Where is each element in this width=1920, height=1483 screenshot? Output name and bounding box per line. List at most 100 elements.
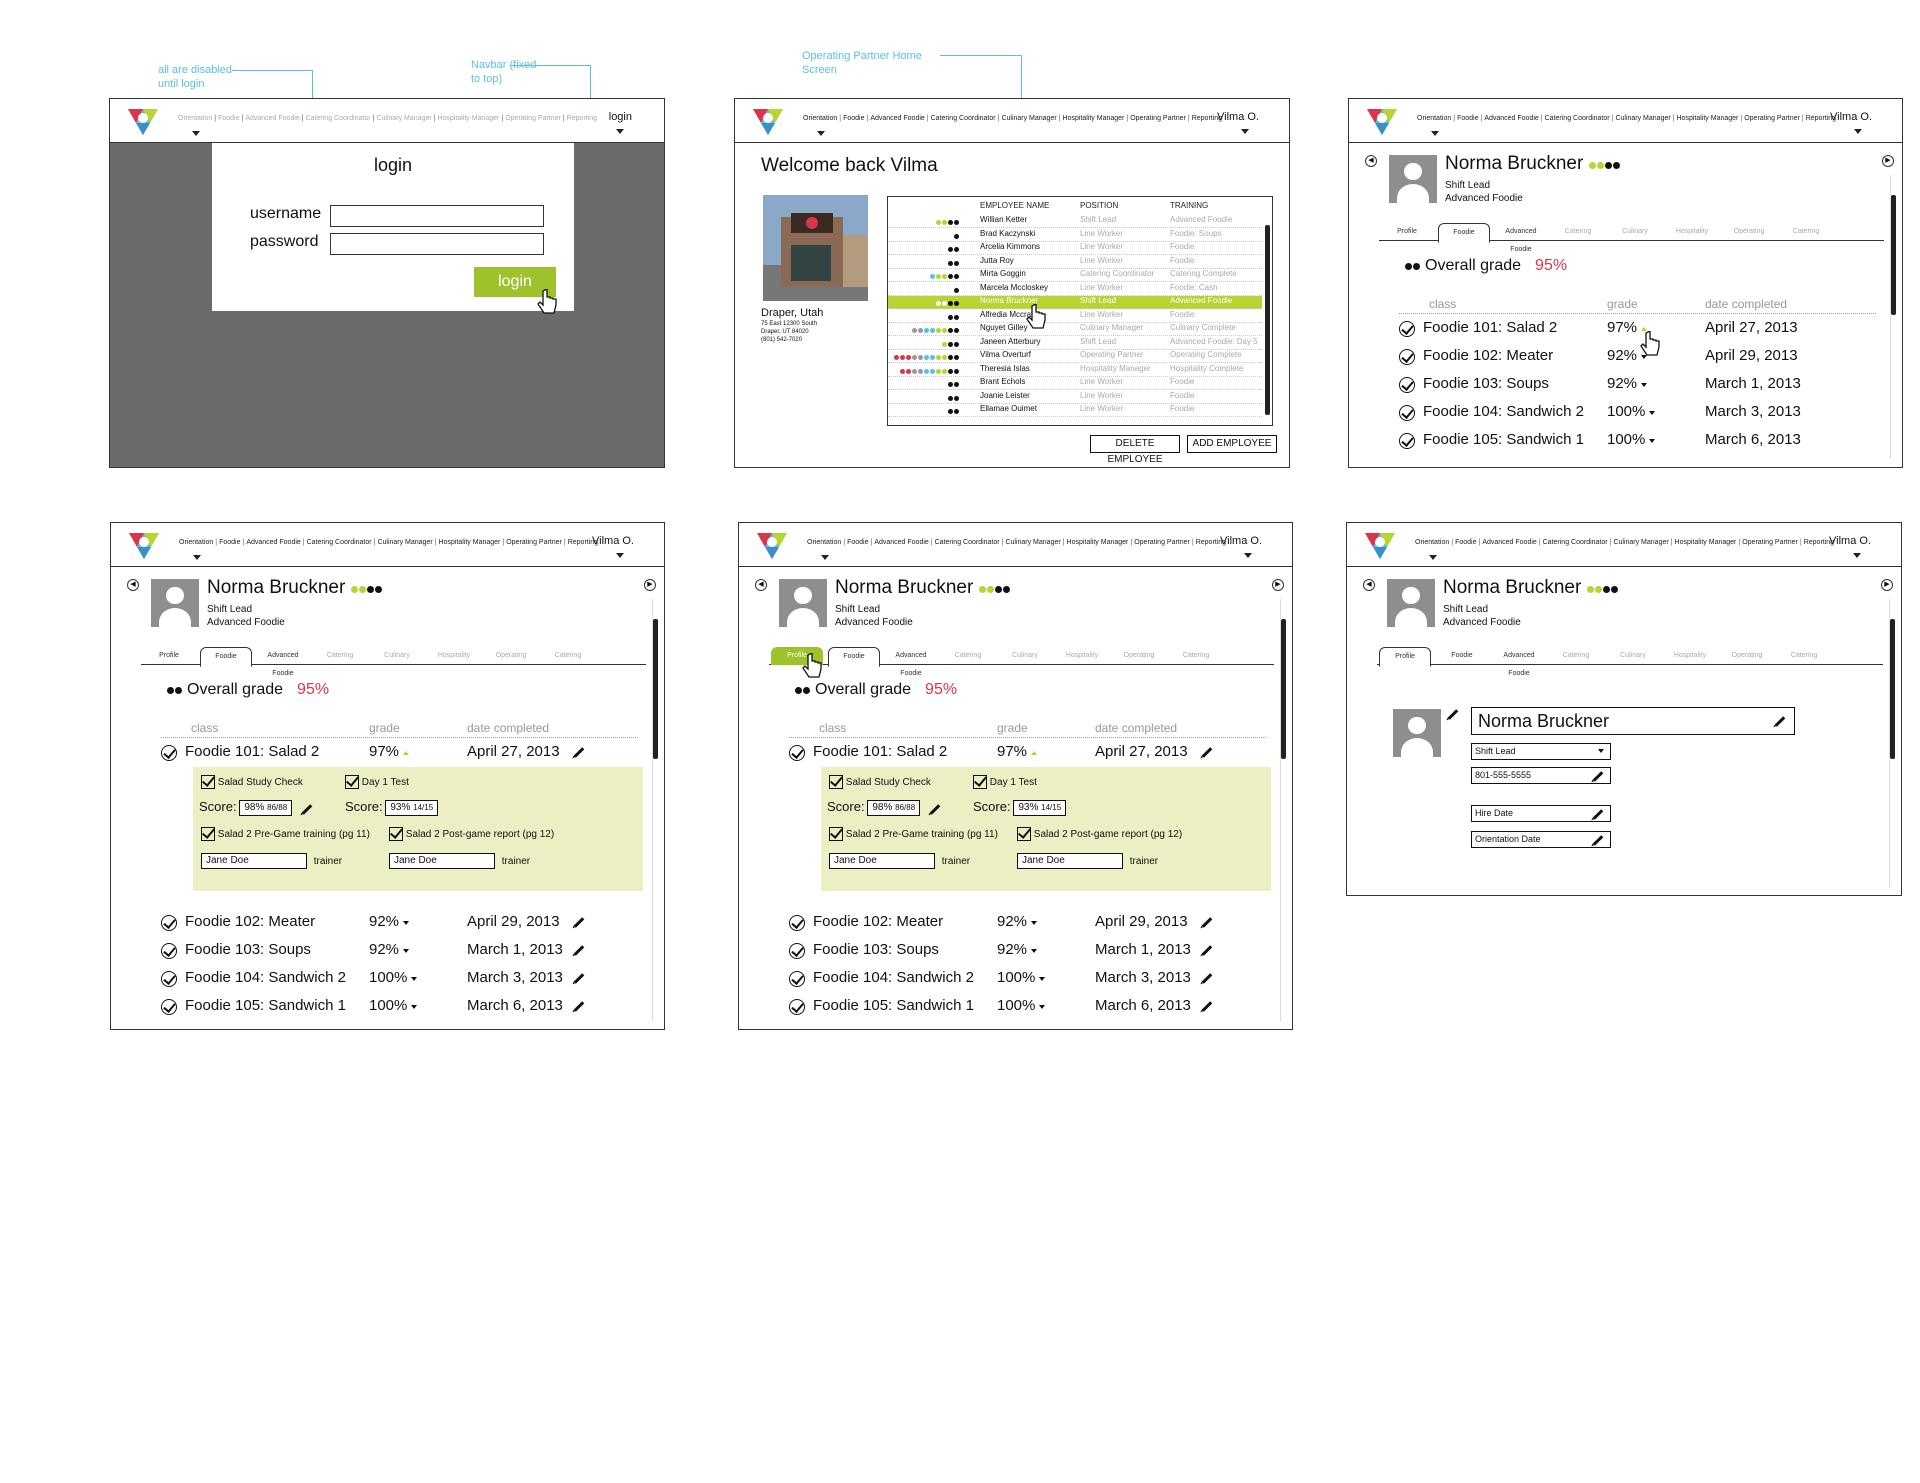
prev-employee-icon[interactable]: ◀ xyxy=(1363,579,1375,591)
edit-icon[interactable] xyxy=(1201,917,1213,928)
class-row[interactable]: Foodie 102: Meater 92% April 29, 2013 xyxy=(1399,347,1876,369)
nav-link[interactable]: Culinary Manager xyxy=(375,539,434,546)
tab-foodie[interactable]: Foodie xyxy=(200,647,252,667)
nav-link[interactable]: Hospitality Manager xyxy=(437,539,503,546)
tab-catering[interactable]: Catering xyxy=(1778,647,1830,665)
tab-catering[interactable]: Catering xyxy=(1170,647,1222,665)
edit-icon[interactable] xyxy=(929,804,941,815)
nav-link[interactable]: Catering Coordinator xyxy=(1543,115,1612,122)
tab-advanced-foodie[interactable]: Advanced Foodie xyxy=(885,647,937,677)
tab-advanced-foodie[interactable]: Advanced Foodie xyxy=(1493,647,1545,677)
employee-row[interactable]: Janeen Atterbury Shift Lead Advanced Foodi… xyxy=(888,337,1262,350)
class-row[interactable]: Foodie 104: Sandwich 2 100% March 3, 2013 xyxy=(1399,403,1876,425)
scrollbar-thumb[interactable] xyxy=(1891,195,1896,315)
employee-row[interactable]: Arcelia Kimmons Line Worker Foodie xyxy=(888,242,1262,255)
prev-employee-icon[interactable]: ◀ xyxy=(1365,155,1377,167)
chevron-down-icon[interactable] xyxy=(1031,949,1037,953)
scrollbar[interactable] xyxy=(1265,215,1271,425)
chevron-down-icon[interactable] xyxy=(616,553,624,558)
nav-link[interactable]: Culinary Manager xyxy=(374,115,433,122)
scrollbar-thumb[interactable] xyxy=(1281,619,1286,759)
tab-catering[interactable]: Catering xyxy=(1552,223,1604,241)
nav-links[interactable]: Orientation | Foodie | Advanced Foodie | Cater… xyxy=(801,115,1224,122)
checkbox[interactable] xyxy=(829,775,843,789)
tab-hospitality[interactable]: Hospitality xyxy=(1666,223,1718,241)
prev-employee-icon[interactable]: ◀ xyxy=(755,579,767,591)
edit-icon[interactable] xyxy=(573,1001,585,1012)
tab-hospitality[interactable]: Hospitality xyxy=(1056,647,1108,665)
nav-link[interactable]: Advanced Foodie xyxy=(872,539,930,546)
avatar[interactable] xyxy=(1393,709,1441,757)
class-row[interactable]: Foodie 104: Sandwich 2 100% March 3, 2013 xyxy=(789,969,1266,991)
nav-link[interactable]: Hospitality Manager xyxy=(1673,539,1739,546)
class-row[interactable]: Foodie 105: Sandwich 1 100% March 6, 2013 xyxy=(161,997,638,1019)
user-menu[interactable]: Vilma O. xyxy=(1220,535,1262,547)
nav-link[interactable]: Orientation xyxy=(1415,115,1453,122)
nav-link[interactable]: Orientation xyxy=(1413,539,1451,546)
tab-operating[interactable]: Operating xyxy=(1723,223,1775,241)
prev-employee-icon[interactable]: ◀ xyxy=(127,579,139,591)
nav-link[interactable]: Advanced Foodie xyxy=(1480,539,1538,546)
nav-link[interactable]: Culinary Manager xyxy=(1611,539,1670,546)
nav-link[interactable]: Catering Coordinator xyxy=(304,115,373,122)
add-employee-button[interactable]: ADD EMPLOYEE xyxy=(1187,435,1277,453)
day1-test[interactable]: Day 1 Test xyxy=(973,775,1037,789)
tab-culinary[interactable]: Culinary xyxy=(1609,223,1661,241)
tab-culinary[interactable]: Culinary xyxy=(999,647,1051,665)
nav-link[interactable]: Foodie xyxy=(216,115,241,122)
employee-row[interactable]: Vilma Overturf Operating Partner Operating… xyxy=(888,350,1262,363)
chevron-down-icon[interactable] xyxy=(1649,439,1655,443)
user-menu[interactable]: Vilma O. xyxy=(1830,111,1872,123)
position-field[interactable]: Shift Lead xyxy=(1471,743,1611,760)
trainer-input[interactable]: Jane Doe xyxy=(1017,853,1123,869)
scrollbar[interactable] xyxy=(1890,175,1896,459)
delete-employee-button[interactable]: DELETE EMPLOYEE xyxy=(1090,435,1180,465)
nav-link[interactable]: Catering Coordinator xyxy=(305,539,374,546)
score-input[interactable]: 93% 14/15 xyxy=(385,800,439,817)
nav-link[interactable]: Operating Partner xyxy=(1740,539,1800,546)
login-link[interactable]: login xyxy=(609,111,632,123)
trainer-input[interactable]: Jane Doe xyxy=(389,853,495,869)
edit-icon[interactable] xyxy=(301,804,313,815)
chevron-down-icon[interactable] xyxy=(1244,553,1252,558)
employee-row[interactable]: Marcela Mccloskey Line Worker Foodie: Cash xyxy=(888,283,1262,296)
chevron-down-icon[interactable] xyxy=(1853,553,1861,558)
nav-link[interactable]: Orientation xyxy=(176,115,214,122)
edit-icon[interactable] xyxy=(573,917,585,928)
user-menu[interactable]: Vilma O. xyxy=(1829,535,1871,547)
scrollbar[interactable] xyxy=(652,599,658,1021)
next-employee-icon[interactable]: ▶ xyxy=(1882,155,1894,167)
tab-foodie[interactable]: Foodie xyxy=(828,647,880,667)
employee-row[interactable]: Willian Ketter Shift Lead Advanced Foodie xyxy=(888,215,1262,228)
tab-advanced-foodie[interactable]: Advanced Foodie xyxy=(257,647,309,677)
employee-row[interactable]: Nguyet Gilley Culinary Manager Culinary Co… xyxy=(888,323,1262,336)
tab-operating[interactable]: Operating xyxy=(1113,647,1165,665)
nav-link[interactable]: Operating Partner xyxy=(1742,115,1802,122)
next-employee-icon[interactable]: ▶ xyxy=(1272,579,1284,591)
scrollbar-thumb[interactable] xyxy=(1890,619,1895,759)
nav-link[interactable]: Hospitality Manager xyxy=(1065,539,1131,546)
employee-row[interactable]: Alfredia Mccray Line Worker Foodie xyxy=(888,310,1262,323)
phone-field[interactable]: 801-555-5555 xyxy=(1471,767,1611,784)
checkbox[interactable] xyxy=(201,775,215,789)
postgame-check[interactable]: Salad 2 Post-game report (pg 12) xyxy=(1017,827,1182,841)
day1-test[interactable]: Day 1 Test xyxy=(345,775,409,789)
user-menu[interactable]: Vilma O. xyxy=(592,535,634,547)
chevron-down-icon[interactable] xyxy=(1039,977,1045,981)
edit-icon[interactable] xyxy=(1201,973,1213,984)
nav-link[interactable]: Orientation xyxy=(805,539,843,546)
checkbox[interactable] xyxy=(389,827,403,841)
password-field[interactable] xyxy=(330,233,544,255)
chevron-down-icon[interactable] xyxy=(1039,1005,1045,1009)
nav-link[interactable]: Operating Partner xyxy=(1132,539,1192,546)
edit-icon[interactable] xyxy=(1201,1001,1213,1012)
class-row[interactable]: Foodie 103: Soups 92% March 1, 2013 xyxy=(1399,375,1876,397)
employee-row[interactable]: Jutta Roy Line Worker Foodie xyxy=(888,256,1262,269)
chevron-up-icon[interactable] xyxy=(1031,751,1037,755)
next-employee-icon[interactable]: ▶ xyxy=(1881,579,1893,591)
nav-link[interactable]: Culinary Manager xyxy=(999,115,1058,122)
employee-row[interactable]: Brad Kaczynski Line Worker Foodie: Soups xyxy=(888,229,1262,242)
nav-links[interactable]: Orientation | Foodie | Advanced Foodie | Cater… xyxy=(177,539,600,546)
class-row[interactable]: Foodie 101: Salad 2 97% April 27, 2013 xyxy=(789,743,1266,765)
chevron-down-icon[interactable] xyxy=(403,949,409,953)
